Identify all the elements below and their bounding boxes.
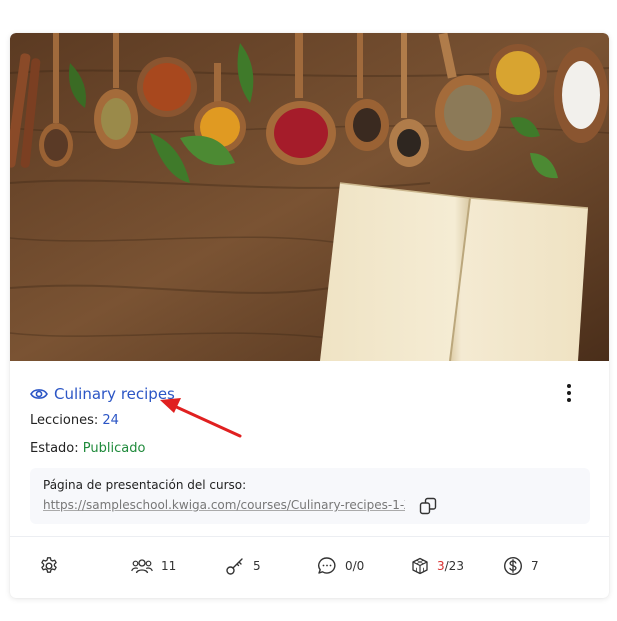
- course-card: Culinary recipes Lecciones: 24 Estado: P…: [10, 33, 609, 598]
- landing-page-box: Página de presentación del curso: https:…: [30, 468, 590, 524]
- offers-count: 7: [531, 559, 539, 573]
- comments-stat[interactable]: 0/0: [317, 555, 364, 577]
- comments-count: 0/0: [345, 559, 365, 573]
- tasks-count: 3/23: [437, 559, 464, 573]
- lessons-count[interactable]: 24: [102, 413, 119, 428]
- dollar-icon: [503, 556, 523, 576]
- lessons-label: Lecciones:: [30, 413, 99, 428]
- status-value: Publicado: [82, 441, 146, 456]
- students-count: 11: [161, 559, 177, 573]
- lessons-row: Lecciones: 24: [30, 413, 119, 428]
- key-icon: [226, 558, 243, 575]
- status-label: Estado:: [30, 441, 79, 456]
- tasks-total: /23: [444, 559, 464, 573]
- settings-gear-icon: [41, 557, 57, 573]
- copy-icon[interactable]: [419, 497, 437, 515]
- users-icon: [131, 559, 153, 574]
- course-title: Culinary recipes: [54, 385, 175, 403]
- course-cover-image[interactable]: [10, 33, 609, 361]
- landing-page-url[interactable]: https://sampleschool.kwiga.com/courses/C…: [43, 498, 405, 512]
- offers-stat[interactable]: 7: [503, 555, 539, 577]
- settings-button[interactable]: [39, 555, 59, 577]
- tasks-done: 3: [437, 559, 445, 573]
- course-title-link[interactable]: Culinary recipes: [30, 383, 175, 405]
- comment-icon: [318, 557, 336, 574]
- landing-page-label: Página de presentación del curso:: [43, 478, 247, 492]
- status-row: Estado: Publicado: [30, 441, 145, 456]
- keys-stat[interactable]: 5: [225, 555, 261, 577]
- keys-count: 5: [253, 559, 261, 573]
- kebab-menu-icon[interactable]: [560, 381, 578, 405]
- tasks-stat[interactable]: 3/23: [411, 555, 464, 577]
- eye-icon: [30, 389, 48, 399]
- cube-icon: [412, 557, 428, 575]
- students-stat[interactable]: 11: [131, 555, 176, 577]
- stats-divider: [10, 536, 609, 537]
